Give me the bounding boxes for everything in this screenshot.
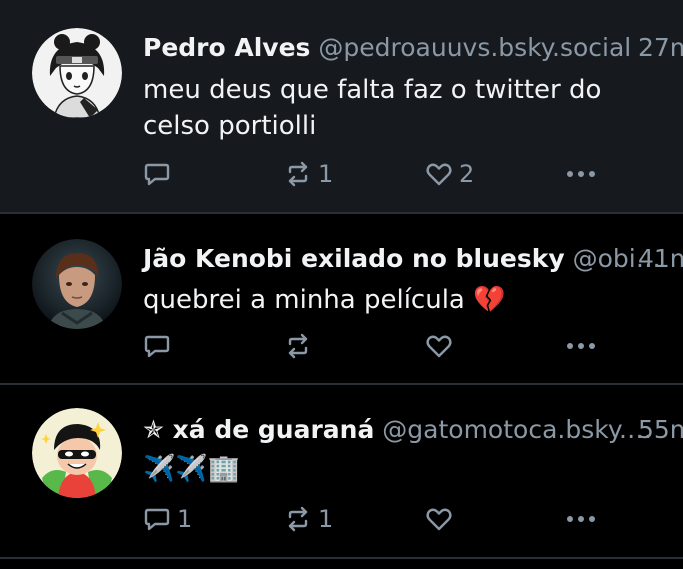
repost-icon [288,333,308,359]
reply-count: 1 [177,505,193,533]
reply-icon [144,508,170,531]
reply-icon [144,163,170,186]
handle[interactable]: @gatomotoca.bsky.… [382,415,652,444]
repost-count: 1 [318,160,334,188]
display-name[interactable]: Pedro Alves [143,33,310,62]
avatar[interactable] [32,408,122,498]
heart-icon [426,335,452,358]
more-icon [567,516,595,522]
repost-icon [288,506,308,532]
reply-button[interactable] [143,332,177,360]
post-time[interactable]: 27m [638,33,683,63]
heart-icon [426,163,452,186]
more-options-button[interactable] [566,505,596,533]
post-item[interactable]: ✯ xá de guaraná @gatomotoca.bsky.… 55m ✈… [0,385,683,559]
post-divider [0,557,683,559]
repost-button[interactable]: 1 [284,505,333,533]
post-header: ✯ xá de guaraná @gatomotoca.bsky.… [143,415,652,445]
repost-button[interactable] [284,332,318,360]
more-icon [567,343,595,349]
post-header: Jão Kenobi exilado no bluesky @obi… [143,244,661,274]
reply-button[interactable] [143,160,177,188]
repost-count: 1 [318,505,334,533]
feed: Pedro Alves @pedroauuvs.bsky.social 27m … [0,0,683,569]
avatar[interactable] [32,239,122,329]
reply-icon [144,335,170,358]
more-options-button[interactable] [566,160,596,188]
post-time[interactable]: 55m [638,415,683,445]
post-item[interactable]: Pedro Alves @pedroauuvs.bsky.social 27m … [0,0,683,214]
repost-icon [288,161,308,187]
post-header: Pedro Alves @pedroauuvs.bsky.social [143,33,631,63]
post-text: ✈️✈️🏢 [143,454,241,484]
heart-icon [426,508,452,531]
repost-button[interactable]: 1 [284,160,333,188]
post-time[interactable]: 41m [638,244,683,274]
like-button[interactable] [425,332,459,360]
avatar[interactable] [32,28,122,118]
more-icon [567,171,595,177]
like-count: 2 [459,160,475,188]
post-text: meu deus que falta faz o twitter do cels… [143,75,602,141]
display-name[interactable]: ✯ xá de guaraná [143,415,374,444]
post-text: quebrei a minha película 💔 [143,285,506,315]
like-button[interactable]: 2 [425,160,474,188]
post-item[interactable]: Jão Kenobi exilado no bluesky @obi… 41m … [0,214,683,385]
display-name[interactable]: Jão Kenobi exilado no bluesky [143,244,565,273]
reply-button[interactable]: 1 [143,505,192,533]
handle[interactable]: @pedroauuvs.bsky.social [318,33,631,62]
more-options-button[interactable] [566,332,596,360]
like-button[interactable] [425,505,459,533]
